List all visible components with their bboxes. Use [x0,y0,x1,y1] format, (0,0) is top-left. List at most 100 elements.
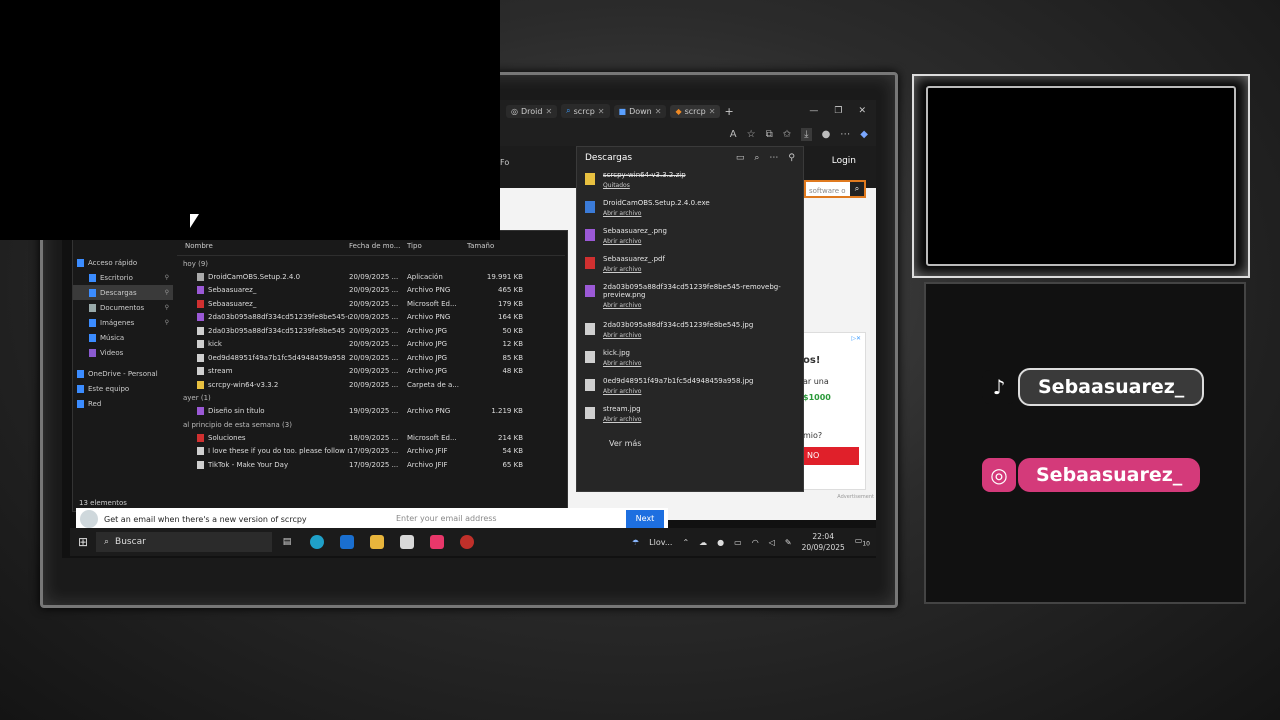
email-input[interactable]: Enter your email address [392,510,622,529]
windows-start-icon[interactable]: ⊞ [70,535,96,549]
more-menu-icon[interactable]: ⋯ [840,129,850,140]
download-item[interactable]: DroidCamOBS.Setup.2.4.0.exe Abrir archivo [577,197,803,225]
network-icon[interactable]: ☁ [699,538,707,547]
new-tab-icon[interactable]: + [724,105,733,118]
download-item[interactable]: scrcpy-win64-v3.3.2.zip Quitados [577,169,803,197]
nav-item-descargas[interactable]: Descargas ⚲ [73,285,173,300]
pdf-icon [197,433,204,442]
close-icon[interactable]: ✕ [598,107,605,116]
weather-icon[interactable]: ☂ [632,538,639,547]
file-row[interactable]: Sebaasuarez_ 20/09/2025 ... Archivo PNG 465… [177,284,565,298]
file-group-header[interactable]: al principio de esta semana (3) [177,418,565,431]
download-item[interactable]: 0ed9d48951f49a7b1fc5d4948459a958.jpg Abri… [577,375,803,403]
close-icon[interactable]: ✕ [709,107,716,116]
download-item[interactable]: 2da03b095a88df334cd51239fe8be545.jpg Abri… [577,319,803,347]
favorites-icon[interactable]: ✩ [783,129,791,140]
favorite-star-icon[interactable]: ☆ [747,129,756,140]
more-menu-icon[interactable]: ⋯ [769,153,778,163]
wifi-icon[interactable]: ◠ [752,538,759,547]
download-status[interactable]: Abrir archivo [603,210,710,217]
nav-item-este-equipo[interactable]: Este equipo [73,381,173,396]
file-row[interactable]: 2da03b095a88df334cd51239fe8be545 20/09/20… [177,324,565,338]
close-icon[interactable]: ✕ [545,107,552,116]
column-size[interactable]: Tamaño [467,242,523,250]
nav-item-documentos[interactable]: Documentos ⚲ [73,300,173,315]
taskbar-clock[interactable]: 22:04 20/09/2025 [802,531,845,553]
pen-icon[interactable]: ✎ [785,538,792,547]
file-row[interactable]: TikTok - Make Your Day 17/09/2025 ... Arch… [177,458,565,472]
nav-item-im-genes[interactable]: Imágenes ⚲ [73,315,173,330]
weather-text[interactable]: Llov... [649,538,672,547]
ad-no-button[interactable]: NO [803,447,859,465]
pin-icon[interactable]: ⚲ [788,153,795,163]
see-more-link[interactable]: Ver más [577,431,803,456]
login-link[interactable]: Login [832,156,856,166]
volume-icon[interactable]: ◁ [769,538,775,547]
tab-scrcpy[interactable]: ◆ scrcp ✕ [670,104,721,118]
tab-download[interactable]: ■ Down ✕ [613,104,667,118]
notifications-icon[interactable]: ▭10 [855,536,870,548]
search-icon[interactable]: ⌕ [850,182,864,196]
download-status[interactable]: Abrir archivo [603,302,795,309]
minimize-icon[interactable]: — [809,106,818,116]
file-row[interactable]: stream 20/09/2025 ... Archivo JPG 48 KB [177,365,565,379]
file-row[interactable]: Soluciones 18/09/2025 ... Microsoft Ed... 2… [177,431,565,445]
edge-icon[interactable] [302,528,332,556]
file-row[interactable]: 2da03b095a88df334cd51239fe8be545-rem...2… [177,311,565,325]
download-status[interactable]: Abrir archivo [603,360,641,367]
file-row[interactable]: DroidCamOBS.Setup.2.4.0 20/09/2025 ... Apl… [177,270,565,284]
download-item[interactable]: stream.jpg Abrir archivo [577,403,803,431]
battery-icon[interactable]: ▭ [734,538,742,547]
download-item[interactable]: Sebaasuarez_.pdf Abrir archivo [577,253,803,281]
copilot-icon[interactable]: ◆ [860,129,868,140]
nav-item-acceso-r-pido[interactable]: Acceso rápido [73,255,173,270]
download-item[interactable]: 2da03b095a88df334cd51239fe8be545-removeb… [577,281,803,319]
download-status[interactable]: Abrir archivo [603,266,665,273]
task-view-icon[interactable]: ▤ [272,528,302,556]
file-explorer-icon[interactable] [362,528,392,556]
profile-avatar-icon[interactable]: ● [822,129,831,140]
download-item[interactable]: kick.jpg Abrir archivo [577,347,803,375]
nav-item-escritorio[interactable]: Escritorio ⚲ [73,270,173,285]
nav-item-m-sica[interactable]: Música [73,330,173,345]
next-button[interactable]: Next [626,510,664,528]
column-type[interactable]: Tipo [407,242,467,250]
obs-icon[interactable] [452,528,482,556]
nav-item-videos[interactable]: Videos [73,345,173,360]
download-status[interactable]: Abrir archivo [603,238,667,245]
outlook-icon[interactable] [332,528,362,556]
file-row[interactable]: scrcpy-win64-v3.3.2 20/09/2025 ... Carpeta… [177,378,565,392]
extensions-icon[interactable]: ⧉ [766,129,773,140]
file-row[interactable]: Sebaasuarez_ 20/09/2025 ... Microsoft Ed..… [177,297,565,311]
tiktok-app-icon[interactable] [422,528,452,556]
nav-item-red[interactable]: Red [73,396,173,411]
file-row[interactable]: I love these if you do too. please follo… [177,445,565,459]
column-name[interactable]: Nombre [177,242,349,250]
tab-scrcpy-search[interactable]: ⌕ scrcp ✕ [561,104,610,118]
ad-choices-icon[interactable]: ▷✕ [851,335,861,342]
microphone-icon[interactable]: ● [717,538,724,547]
download-status[interactable]: Abrir archivo [603,332,753,339]
nav-item-onedrive-personal[interactable]: OneDrive - Personal [73,366,173,381]
taskbar-search[interactable]: ⌕ Buscar [96,532,272,552]
downloads-icon[interactable]: ⤓ [801,127,812,141]
download-status[interactable]: Abrir archivo [603,416,641,423]
close-icon[interactable]: ✕ [655,107,662,116]
read-aloud-icon[interactable]: A [730,129,737,140]
open-folder-icon[interactable]: ▭ [736,153,745,163]
chevron-up-icon[interactable]: ⌃ [682,538,689,547]
file-row[interactable]: 0ed9d48951f49a7b1fc5d4948459a958 20/09/20… [177,351,565,365]
column-date[interactable]: Fecha de mo... [349,242,407,250]
advertisement[interactable]: ▷✕ os! ar una $1000 mio? NO [802,332,866,490]
download-item[interactable]: Sebaasuarez_.png Abrir archivo [577,225,803,253]
close-window-icon[interactable]: ✕ [858,106,866,116]
store-icon[interactable] [392,528,422,556]
file-group-header[interactable]: ayer (1) [177,392,565,405]
tab-droid[interactable]: ◎ Droid ✕ [506,104,558,118]
search-icon[interactable]: ⌕ [754,153,759,163]
file-group-header[interactable]: hoy (9) [177,257,565,270]
restore-icon[interactable]: ❐ [834,106,842,116]
file-row[interactable]: Diseño sin título 19/09/2025 ... Archivo P… [177,405,565,419]
file-row[interactable]: kick 20/09/2025 ... Archivo JPG 12 KB [177,338,565,352]
download-status[interactable]: Abrir archivo [603,388,753,395]
